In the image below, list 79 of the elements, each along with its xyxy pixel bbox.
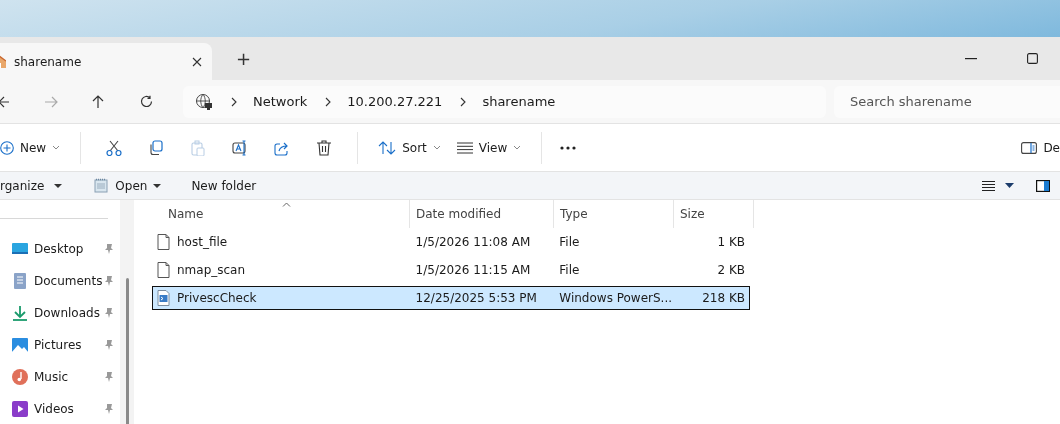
address-bar[interactable]: Network 10.200.27.221 sharename [183,85,826,118]
column-header[interactable]: Size [674,200,754,228]
sidebar-item[interactable]: Videos [0,393,120,424]
chevron-right-icon [231,96,237,107]
downloads-folder-icon [12,305,28,321]
more-icon[interactable] [560,145,577,150]
desktop-folder-icon [12,241,28,257]
window-tab[interactable]: sharename [0,43,212,80]
sidebar-item[interactable]: Music [0,361,120,393]
file-row[interactable]: PrivescCheck 12/25/2025 5:53 PM Windows PowerS... 218 KB [152,286,750,310]
globe-icon [195,92,213,111]
close-icon[interactable] [192,56,202,67]
breadcrumb[interactable]: sharename [482,94,556,109]
chevron-right-icon [460,96,467,107]
details-view-icon[interactable] [982,180,995,191]
sort-icon [378,140,397,155]
size-cell-text: 1 KB [716,235,746,249]
chevron-down-icon [52,145,61,150]
file-name: nmap_scan [177,263,246,277]
chevron-right-icon [325,96,332,107]
scrollbar-thumb[interactable] [126,278,129,424]
list-view-icon [456,141,473,154]
new-tab-button[interactable]: + [232,48,256,69]
date-cell-text: 12/25/2025 5:53 PM [414,291,538,305]
type-cell-text: File [558,235,581,249]
paste-icon [190,139,207,156]
cut-icon[interactable] [106,139,123,156]
plus-circle-icon [0,140,14,155]
column-header[interactable]: Name [152,200,410,228]
pictures-folder-icon [12,337,28,353]
column-header[interactable]: Date modified [410,200,554,228]
notepad-icon [94,178,110,193]
preview-pane-icon[interactable] [1036,179,1050,192]
sidebar-item[interactable]: Documents [0,265,120,297]
file-name: PrivescCheck [177,291,257,305]
search-field[interactable]: Search sharename [834,85,1060,118]
dropdown-arrow-icon [54,183,63,188]
type-cell-text: File [558,263,581,277]
type-cell-text: Windows PowerS... [558,291,674,305]
copy-icon[interactable] [148,139,165,156]
sort-button[interactable]: Sort [370,134,449,161]
chevron-down-icon [432,145,441,150]
back-icon[interactable] [0,95,10,108]
refresh-icon[interactable] [140,95,153,108]
column-header[interactable]: Type [554,200,674,228]
file-row[interactable]: host_file 1/5/2026 11:08 AM File 1 KB [152,230,750,254]
size-cell-text: 2 KB [716,263,746,277]
script-file-icon [157,290,170,306]
documents-folder-icon [12,273,28,289]
videos-folder-icon [12,401,28,417]
trash-icon[interactable] [316,139,333,156]
view-button[interactable]: View [448,134,530,161]
file-icon [157,262,170,278]
up-icon[interactable] [92,94,104,109]
rename-icon[interactable] [232,139,249,156]
open-button[interactable]: Open [88,176,168,195]
file-row[interactable]: nmap_scan 1/5/2026 11:15 AM File 2 KB [152,258,750,282]
details-pane-icon [1021,141,1038,154]
music-folder-icon [12,369,28,385]
date-cell-text: 1/5/2026 11:15 AM [414,263,532,277]
breadcrumb[interactable]: 10.200.27.221 [347,94,443,109]
new-button[interactable]: New [0,134,69,161]
minimize-icon[interactable] [965,57,977,60]
file-name: host_file [177,235,228,249]
dropdown-arrow-icon[interactable] [1005,183,1014,188]
sidebar-item[interactable]: Pictures [0,329,120,361]
sort-caret-icon [282,202,291,207]
size-cell-text: 218 KB [701,291,746,305]
file-icon [157,234,170,250]
sidebar-item[interactable]: Downloads [0,297,120,329]
new-folder-button[interactable]: New folder [185,176,263,195]
breadcrumb[interactable]: Network [253,94,308,109]
dropdown-arrow-icon [153,183,162,188]
sidebar-item[interactable]: Desktop [0,233,120,265]
chevron-down-icon [513,145,522,150]
maximize-icon[interactable] [1027,53,1038,64]
date-cell-text: 1/5/2026 11:08 AM [414,235,532,249]
details-button[interactable]: De [1013,134,1060,161]
organize-button[interactable]: rganize [0,176,69,195]
